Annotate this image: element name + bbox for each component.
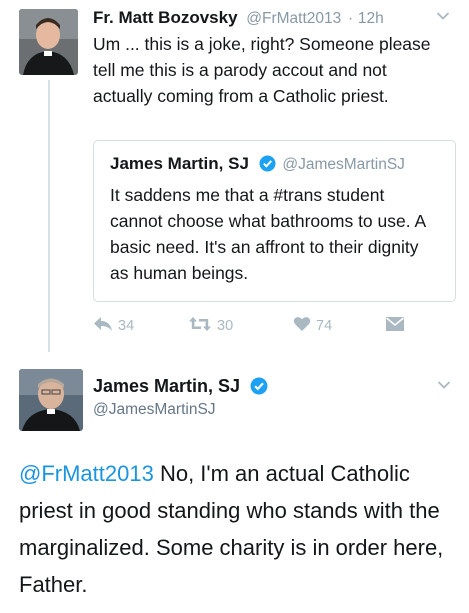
direct-message-button[interactable]	[385, 316, 405, 336]
retweet-button[interactable]: 30	[188, 316, 233, 336]
tweet-header: Fr. Matt Bozovsky @FrMatt2013 · 12h	[93, 8, 384, 28]
tweet-original: Fr. Matt Bozovsky @FrMatt2013 · 12h Um .…	[0, 0, 469, 352]
tweet-text: @FrMatt2013 No, I'm an actual Catholic p…	[19, 455, 464, 603]
mention-link[interactable]: @FrMatt2013	[19, 461, 154, 486]
chevron-down-icon[interactable]	[436, 8, 450, 26]
chevron-down-icon[interactable]	[437, 377, 451, 395]
author-name[interactable]: James Martin, SJ	[93, 376, 240, 396]
avatar[interactable]	[19, 9, 78, 75]
avatar[interactable]	[19, 369, 83, 431]
quoted-text: It saddens me that a #trans student cann…	[110, 185, 426, 283]
author-handle[interactable]: @FrMatt2013	[246, 10, 341, 27]
thread-line	[48, 80, 50, 352]
retweet-count: 30	[217, 318, 234, 334]
author-name-row: James Martin, SJ	[93, 376, 268, 400]
author-name[interactable]: Fr. Matt Bozovsky	[93, 8, 238, 27]
verified-badge-icon	[250, 377, 268, 400]
retweet-icon	[188, 316, 212, 336]
like-count: 74	[316, 318, 333, 334]
author-handle[interactable]: @JamesMartinSJ	[93, 401, 216, 419]
reply-icon	[93, 316, 113, 336]
verified-badge-icon	[259, 155, 276, 177]
direct-message-icon	[385, 316, 405, 336]
separator-dot: ·	[348, 10, 354, 27]
quoted-tweet[interactable]: James Martin, SJ @JamesMartinSJ It sadde…	[93, 140, 456, 302]
tweet-actions: 34 30 74	[93, 316, 423, 338]
like-button[interactable]: 74	[293, 316, 332, 336]
tweet-text: Um ... this is a joke, right? Someone pl…	[93, 34, 431, 106]
heart-icon	[293, 316, 311, 336]
quoted-author-name: James Martin, SJ	[110, 154, 249, 173]
timestamp[interactable]: 12h	[358, 10, 384, 27]
quoted-header: James Martin, SJ @JamesMartinSJ	[110, 154, 405, 177]
reply-count: 34	[118, 318, 135, 334]
quoted-author-handle: @JamesMartinSJ	[282, 156, 405, 173]
reply-button[interactable]: 34	[93, 316, 134, 336]
